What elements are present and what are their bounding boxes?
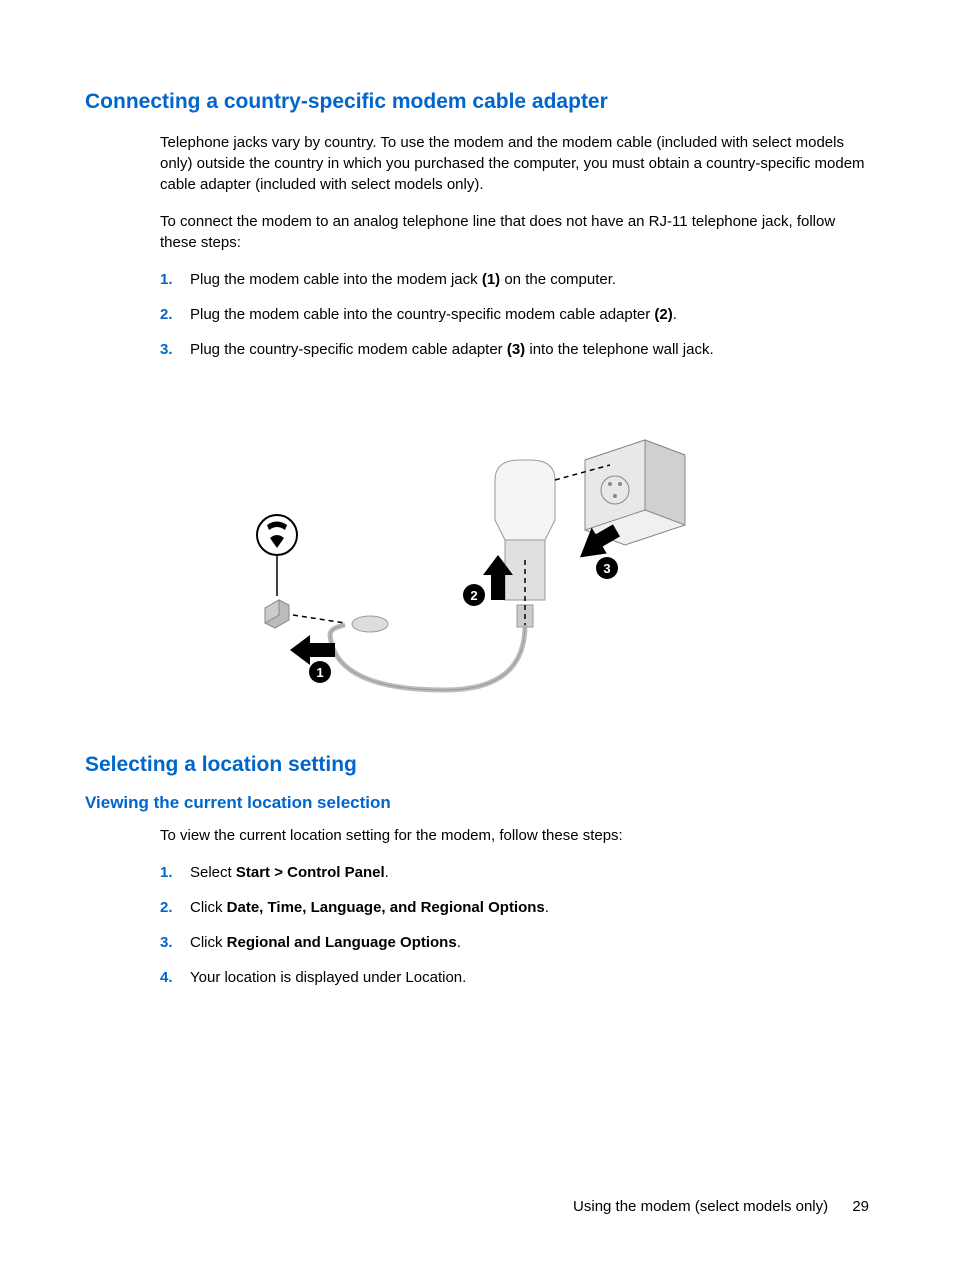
steps-list-1: 1. Plug the modem cable into the modem j… (160, 269, 869, 360)
intro-paragraph-3: To view the current location setting for… (160, 825, 869, 846)
step-number: 3. (160, 339, 190, 360)
step-number: 4. (160, 967, 190, 988)
footer-section-title: Using the modem (select models only) (573, 1198, 828, 1215)
list-item: 4. Your location is displayed under Loca… (160, 967, 869, 988)
step-number: 1. (160, 862, 190, 883)
step-number: 2. (160, 897, 190, 918)
svg-text:2: 2 (470, 588, 477, 603)
heading-selecting-location: Selecting a location setting (85, 753, 869, 777)
modem-adapter-diagram: 3 2 1 (215, 410, 715, 710)
list-item: 3. Plug the country-specific modem cable… (160, 339, 869, 360)
list-item: 1. Plug the modem cable into the modem j… (160, 269, 869, 290)
step-text: Plug the modem cable into the modem jack… (190, 269, 869, 290)
step-text: Plug the country-specific modem cable ad… (190, 339, 869, 360)
step-number: 2. (160, 304, 190, 325)
step-text: Plug the modem cable into the country-sp… (190, 304, 869, 325)
steps-list-2: 1. Select Start > Control Panel. 2. Clic… (160, 862, 869, 988)
list-item: 1. Select Start > Control Panel. (160, 862, 869, 883)
svg-text:1: 1 (316, 665, 323, 680)
step-number: 3. (160, 932, 190, 953)
page-footer: Using the modem (select models only) 29 (573, 1198, 869, 1215)
list-item: 2. Click Date, Time, Language, and Regio… (160, 897, 869, 918)
step-text: Select Start > Control Panel. (190, 862, 869, 883)
list-item: 3. Click Regional and Language Options. (160, 932, 869, 953)
page-number: 29 (852, 1198, 869, 1215)
list-item: 2. Plug the modem cable into the country… (160, 304, 869, 325)
svg-text:3: 3 (603, 561, 610, 576)
step-number: 1. (160, 269, 190, 290)
heading-viewing-location: Viewing the current location selection (85, 793, 869, 813)
step-text: Click Date, Time, Language, and Regional… (190, 897, 869, 918)
intro-paragraph-2: To connect the modem to an analog teleph… (160, 211, 869, 253)
intro-paragraph-1: Telephone jacks vary by country. To use … (160, 132, 869, 195)
step-text: Your location is displayed under Locatio… (190, 967, 869, 988)
heading-connecting-adapter: Connecting a country-specific modem cabl… (85, 90, 869, 114)
step-text: Click Regional and Language Options. (190, 932, 869, 953)
